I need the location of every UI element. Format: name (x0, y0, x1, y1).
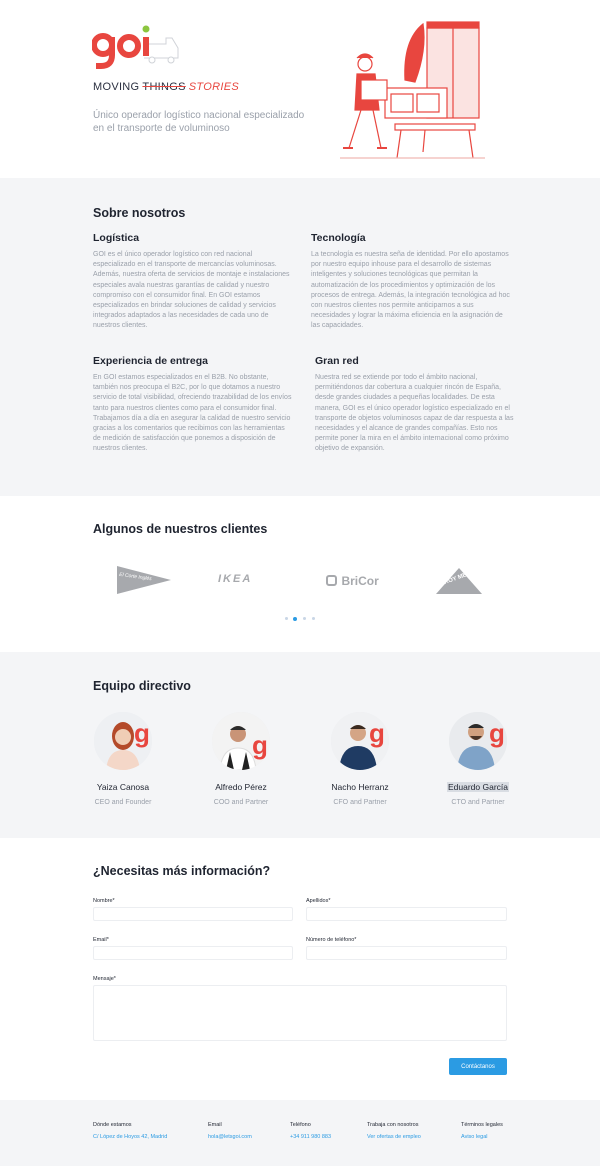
member-name: Nacho Herranz (331, 782, 389, 792)
avatar: g (212, 712, 270, 770)
card-text-tecnologia: La tecnología es nuestra seña de identid… (311, 251, 510, 330)
tagline: MOVING THINGS STORIES (93, 81, 239, 93)
member-role: CEO and Founder (94, 799, 152, 806)
footer-heading: Email (208, 1122, 222, 1128)
member-role: CTO and Partner (451, 799, 505, 806)
member-role: COO and Partner (213, 799, 269, 806)
tagline-moving: MOVING (93, 81, 140, 93)
footer-column-phone: Teléfono +34 911 980 883 (290, 1122, 331, 1140)
card-title-gran-red: Gran red (315, 355, 359, 367)
footer-heading: Términos legales (461, 1122, 503, 1128)
email-label: Email* (93, 937, 109, 943)
nombre-label: Nombre* (93, 898, 115, 904)
apellidos-field[interactable] (306, 907, 507, 921)
footer-column-jobs: Trabaja con nosotros Ver ofertas de empl… (367, 1122, 421, 1140)
card-text-experiencia: En GOI estamos especializados en el B2B.… (93, 374, 292, 453)
member-name-text: Eduardo García (446, 782, 509, 792)
svg-text:g: g (134, 718, 150, 748)
telefono-field[interactable] (306, 946, 507, 960)
svg-text:g: g (489, 718, 505, 748)
card-title-tecnologia: Tecnología (311, 232, 366, 244)
footer-heading: Trabaja con nosotros (367, 1122, 419, 1128)
clients-title: Algunos de nuestros clientes (93, 522, 268, 536)
client-name-bricor: BriCor (341, 573, 379, 588)
team-member: g Eduardo García CTO and Partner (428, 712, 528, 806)
card-title-logistica: Logística (93, 232, 140, 244)
about-section: Sobre nosotros Logística GOI es el único… (0, 178, 600, 496)
avatar: g (449, 712, 507, 770)
carousel-dot-2[interactable] (293, 616, 297, 621)
clients-section: Algunos de nuestros clientes (0, 496, 600, 652)
team-member: g Alfredo Pérez COO and Partner (191, 712, 291, 806)
team-title: Equipo directivo (93, 679, 191, 693)
contact-submit-button[interactable]: Contáctanos (449, 1058, 507, 1075)
tagline-stories: STORIES (188, 81, 239, 93)
client-logo-leroy-merlin: LEROY MERLIN (432, 564, 486, 596)
carousel-dot-4[interactable] (312, 617, 315, 620)
hero-section: MOVING THINGS STORIES Único operador logís… (0, 0, 600, 178)
svg-text:g: g (252, 730, 268, 760)
contact-title: ¿Necesitas más información? (93, 864, 271, 878)
hero-description: Único operador logístico nacional especi… (93, 110, 305, 134)
carousel-dot-1[interactable] (285, 617, 288, 620)
apellidos-label: Apellidos* (306, 898, 331, 904)
member-name: Alfredo Pérez (215, 782, 267, 792)
member-role: CFO and Partner (333, 799, 387, 806)
card-text-gran-red: Nuestra red se extiende por todo el ámbi… (315, 374, 514, 453)
avatar: g (94, 712, 152, 770)
telefono-label: Número de teléfono* (306, 937, 357, 943)
client-logo-el-corte-ingles: El Corte Inglés (117, 564, 171, 596)
footer-heading: Teléfono (290, 1122, 311, 1128)
mensaje-field[interactable] (93, 985, 507, 1041)
footer-link-legal[interactable]: Aviso legal (461, 1134, 503, 1140)
email-field[interactable] (93, 946, 293, 960)
client-logo-ikea: IKEA (218, 573, 253, 585)
card-title-experiencia: Experiencia de entrega (93, 355, 208, 367)
mensaje-label: Mensaje* (93, 976, 116, 982)
nombre-field[interactable] (93, 907, 293, 921)
footer-heading: Dónde estamos (93, 1122, 132, 1128)
bricor-cube-icon (326, 575, 337, 587)
member-name: Eduardo García (428, 782, 528, 792)
carousel-dot-3[interactable] (303, 617, 306, 620)
team-member: g Nacho Herranz CFO and Partner (310, 712, 410, 806)
footer-link-phone[interactable]: +34 911 980 883 (290, 1134, 331, 1140)
svg-text:g: g (369, 718, 385, 748)
contact-section: ¿Necesitas más información? (0, 838, 600, 1100)
member-name: Yaiza Canosa (96, 782, 150, 792)
mover-illustration (340, 21, 485, 159)
client-logo-bricor: BriCor (326, 572, 379, 590)
tagline-things: THINGS (142, 81, 186, 93)
about-title: Sobre nosotros (93, 206, 186, 220)
footer-column-email: Email hola@letsgoi.com (208, 1122, 252, 1140)
footer-column-legal: Términos legales Aviso legal (461, 1122, 503, 1140)
footer-link-address[interactable]: C/ López de Hoyos 42, Madrid (93, 1134, 167, 1140)
footer-link-email[interactable]: hola@letsgoi.com (208, 1134, 252, 1140)
team-member: g Yaiza Canosa CEO and Founder (73, 712, 173, 806)
card-text-logistica: GOI es el único operador logístico con r… (93, 251, 290, 330)
goi-logo[interactable] (92, 24, 182, 72)
footer-link-jobs[interactable]: Ver ofertas de empleo (367, 1134, 421, 1140)
avatar: g (331, 712, 389, 770)
footer-column-location: Dónde estamos C/ López de Hoyos 42, Madr… (93, 1122, 167, 1140)
